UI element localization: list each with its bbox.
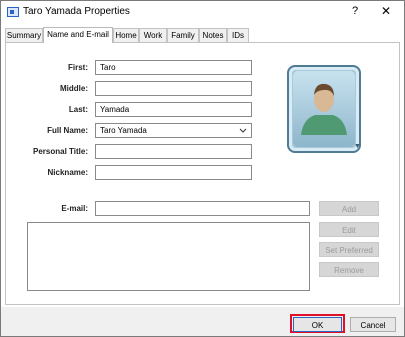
first-label: First: (68, 63, 88, 72)
tab-name-and-email[interactable]: Name and E-mail (43, 27, 113, 43)
tab-summary[interactable]: Summary (5, 28, 43, 42)
personal-title-label: Personal Title: (33, 147, 88, 156)
close-button[interactable]: ✕ (379, 4, 393, 18)
last-label: Last: (68, 105, 88, 114)
tab-home[interactable]: Home (113, 28, 139, 42)
person-silhouette-icon (293, 71, 355, 147)
tab-ids[interactable]: IDs (227, 28, 249, 42)
email-list[interactable] (27, 222, 310, 291)
properties-dialog: Taro Yamada Properties ? ✕ Summary Name … (0, 0, 405, 337)
full-name-label: Full Name: (47, 126, 88, 135)
title-bar: Taro Yamada Properties ? ✕ (1, 1, 404, 23)
middle-label: Middle: (60, 84, 88, 93)
full-name-value: Taro Yamada (100, 126, 147, 135)
tab-family[interactable]: Family (167, 28, 199, 42)
personal-title-field[interactable] (95, 144, 252, 159)
add-button[interactable]: Add (319, 201, 379, 216)
contact-photo[interactable] (287, 65, 361, 153)
middle-name-field[interactable] (95, 81, 252, 96)
nickname-label: Nickname: (47, 168, 88, 177)
set-preferred-button[interactable]: Set Preferred (319, 242, 379, 257)
tab-notes[interactable]: Notes (199, 28, 227, 42)
first-name-field[interactable]: Taro (95, 60, 252, 75)
ok-button[interactable]: OK (293, 317, 342, 332)
window-title: Taro Yamada Properties (23, 6, 130, 17)
edit-button[interactable]: Edit (319, 222, 379, 237)
contact-card-icon (7, 7, 19, 17)
nickname-field[interactable] (95, 165, 252, 180)
email-input[interactable] (95, 201, 310, 216)
email-label: E-mail: (61, 204, 88, 213)
last-name-field[interactable]: Yamada (95, 102, 252, 117)
chevron-down-icon[interactable] (239, 124, 247, 141)
cancel-button[interactable]: Cancel (350, 317, 396, 332)
tab-work[interactable]: Work (139, 28, 167, 42)
full-name-combo[interactable]: Taro Yamada (95, 123, 252, 138)
triangle-down-icon[interactable]: ▼ (354, 143, 361, 150)
help-button[interactable]: ? (349, 5, 361, 17)
remove-button[interactable]: Remove (319, 262, 379, 277)
